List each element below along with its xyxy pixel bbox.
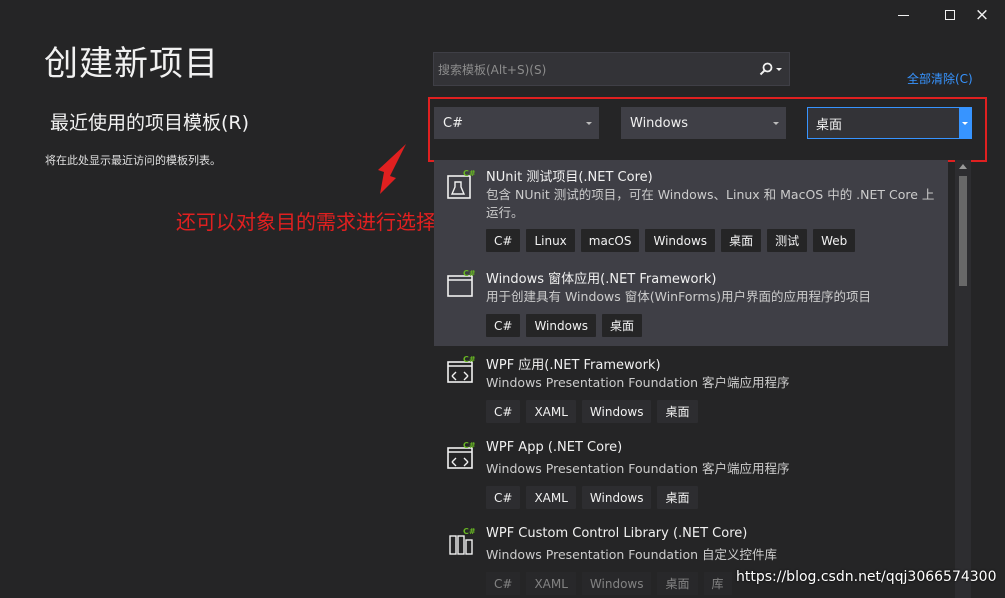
tag: Windows xyxy=(581,572,652,595)
tag: Web xyxy=(813,229,856,252)
template-item-wpf-core[interactable]: C# WPF App (.NET Core) Windows Presentat… xyxy=(434,432,948,518)
dropdown-toggle-button[interactable] xyxy=(959,108,971,138)
template-list-scrollbar[interactable] xyxy=(955,160,971,598)
template-tags: C# XAML Windows 桌面 库 xyxy=(486,572,732,595)
clear-all-link[interactable]: 全部清除(C) xyxy=(907,70,973,87)
template-item-winforms[interactable]: C# Windows 窗体应用(.NET Framework) 用于创建具有 W… xyxy=(434,260,948,346)
chevron-down-icon xyxy=(776,68,782,71)
template-description: 包含 NUnit 测试的项目，可在 Windows、Linux 和 MacOS … xyxy=(486,187,935,220)
platform-filter-value: Windows xyxy=(630,115,689,131)
template-title: WPF 应用(.NET Framework) xyxy=(486,358,661,373)
maximize-icon xyxy=(945,10,955,20)
project-type-filter-dropdown[interactable]: 桌面 xyxy=(807,107,972,139)
template-tags: C# Windows 桌面 xyxy=(486,314,643,337)
language-filter-value: C# xyxy=(443,115,463,131)
tag: Windows xyxy=(645,229,716,252)
project-type-filter-value: 桌面 xyxy=(816,117,843,133)
tag: Linux xyxy=(526,229,575,252)
winforms-app-icon: C# xyxy=(447,269,476,297)
search-button[interactable] xyxy=(759,59,785,79)
tag: 桌面 xyxy=(721,229,762,252)
scroll-up-icon[interactable] xyxy=(959,164,967,169)
wpf-app-icon: C# xyxy=(447,441,476,469)
template-title: WPF App (.NET Core) xyxy=(486,440,623,455)
tag: C# xyxy=(486,314,521,337)
search-icon xyxy=(759,62,773,76)
chevron-down-icon xyxy=(773,122,779,125)
tag: Windows xyxy=(526,314,597,337)
svg-text:C#: C# xyxy=(463,355,476,364)
tag: C# xyxy=(486,486,521,509)
watermark-text: https://blog.csdn.net/qqj3066574300 xyxy=(736,569,997,585)
tag: 桌面 xyxy=(657,486,698,509)
nunit-test-project-icon: C# xyxy=(447,169,476,199)
minimize-button[interactable] xyxy=(880,0,926,30)
svg-text:C#: C# xyxy=(463,441,476,450)
wpf-control-library-icon: C# xyxy=(449,527,476,555)
template-item-nunit[interactable]: C# NUnit 测试项目(.NET Core) 包含 NUnit 测试的项目，… xyxy=(434,160,948,260)
platform-filter-dropdown[interactable]: Windows xyxy=(621,107,786,139)
svg-text:C#: C# xyxy=(463,169,476,178)
template-tags: C# XAML Windows 桌面 xyxy=(486,400,698,423)
tag: 测试 xyxy=(767,229,808,252)
tag: C# xyxy=(486,229,521,252)
svg-text:C#: C# xyxy=(463,269,476,278)
template-search-box[interactable] xyxy=(433,52,790,86)
tag: 桌面 xyxy=(602,314,643,337)
tag: C# xyxy=(486,572,521,595)
tag: XAML xyxy=(526,572,576,595)
template-item-wpf-framework[interactable]: C# WPF 应用(.NET Framework) Windows Presen… xyxy=(434,346,948,432)
chevron-down-icon xyxy=(586,122,592,125)
minimize-icon xyxy=(897,14,909,16)
tag: 桌面 xyxy=(657,400,698,423)
search-input[interactable] xyxy=(438,61,758,79)
template-tags: C# Linux macOS Windows 桌面 测试 Web xyxy=(486,229,856,252)
recent-templates-heading: 最近使用的项目模板(R) xyxy=(50,112,250,134)
template-item-wpf-control-library[interactable]: C# WPF Custom Control Library (.NET Core… xyxy=(434,518,948,598)
tag: XAML xyxy=(526,486,576,509)
close-button[interactable]: × xyxy=(959,0,1005,30)
tag: C# xyxy=(486,400,521,423)
template-list: C# NUnit 测试项目(.NET Core) 包含 NUnit 测试的项目，… xyxy=(434,160,948,598)
wpf-app-icon: C# xyxy=(447,355,476,383)
template-title: WPF Custom Control Library (.NET Core) xyxy=(486,526,748,541)
annotation-text: 还可以对象目的需求进行选择 xyxy=(176,210,436,234)
template-title: NUnit 测试项目(.NET Core) xyxy=(486,170,653,185)
chevron-down-icon xyxy=(962,122,968,125)
tag: XAML xyxy=(526,400,576,423)
scroll-thumb[interactable] xyxy=(959,176,967,286)
template-description: Windows Presentation Foundation 客户端应用程序 xyxy=(486,375,790,390)
template-title: Windows 窗体应用(.NET Framework) xyxy=(486,272,717,287)
tag: macOS xyxy=(580,229,640,252)
annotation-arrow-icon xyxy=(378,144,406,194)
tag: Windows xyxy=(581,486,652,509)
template-tags: C# XAML Windows 桌面 xyxy=(486,486,698,509)
tag: 桌面 xyxy=(657,572,698,595)
template-description: 用于创建具有 Windows 窗体(WinForms)用户界面的应用程序的项目 xyxy=(486,289,871,304)
tag: Windows xyxy=(581,400,652,423)
language-filter-dropdown[interactable]: C# xyxy=(434,107,599,139)
close-icon: × xyxy=(974,4,990,25)
template-description: Windows Presentation Foundation 自定义控件库 xyxy=(486,547,777,562)
page-title: 创建新项目 xyxy=(44,44,219,84)
tag: 库 xyxy=(703,572,732,595)
template-description: Windows Presentation Foundation 客户端应用程序 xyxy=(486,461,790,476)
svg-text:C#: C# xyxy=(463,527,476,536)
recent-templates-description: 将在此处显示最近访问的模板列表。 xyxy=(45,154,221,167)
